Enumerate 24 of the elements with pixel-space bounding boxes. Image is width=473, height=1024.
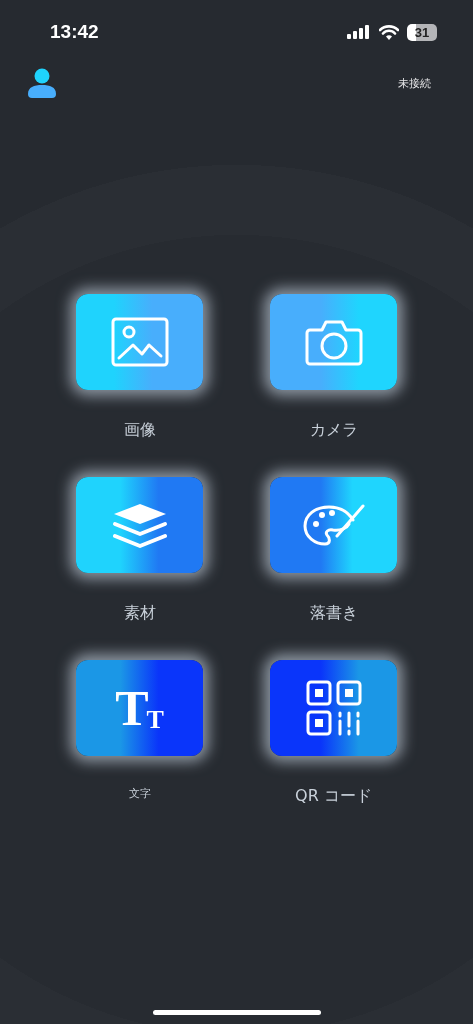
signal-icon <box>347 25 371 39</box>
user-icon <box>28 68 56 98</box>
camera-icon <box>304 318 363 366</box>
feature-tile[interactable]: TT <box>76 660 203 756</box>
connection-status: 未接続 <box>398 75 431 91</box>
tile-label: QR コード <box>295 786 372 806</box>
palette-icon <box>302 504 365 546</box>
wifi-icon <box>379 24 399 40</box>
tile-label: 落書き <box>309 603 358 623</box>
image-icon <box>110 317 169 367</box>
tile-label: カメラ <box>309 420 358 440</box>
tile-label: 素材 <box>123 603 156 623</box>
feature-tile[interactable] <box>270 294 397 390</box>
feature-tile[interactable] <box>270 660 397 756</box>
feature-tile[interactable] <box>76 294 203 390</box>
tile-label: 文字 <box>128 786 151 802</box>
text-size-icon: TT <box>115 683 164 733</box>
layers-icon <box>111 502 168 548</box>
tile-label: 画像 <box>123 420 156 440</box>
feature-tile[interactable] <box>270 477 397 573</box>
feature-tile[interactable] <box>76 477 203 573</box>
battery-icon: 31 <box>407 23 437 41</box>
qr-code-icon <box>305 680 362 736</box>
status-time: 13:42 <box>50 21 99 43</box>
